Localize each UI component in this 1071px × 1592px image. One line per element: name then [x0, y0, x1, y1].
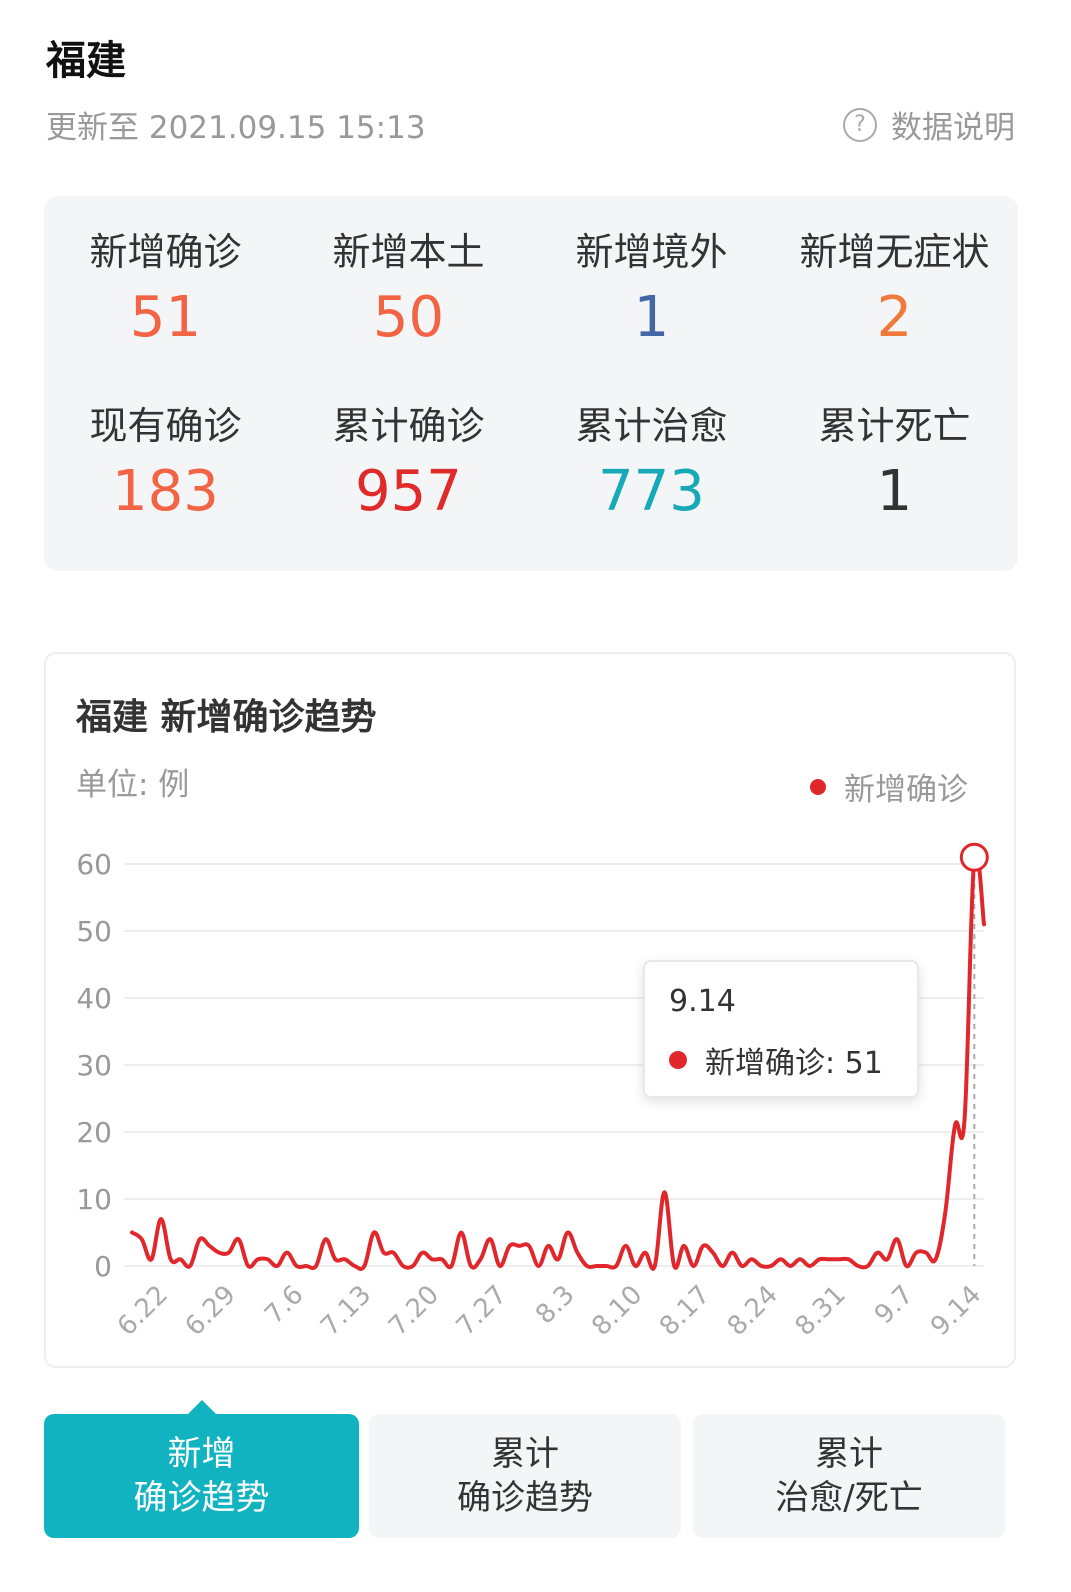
x-tick-label: 7.6	[259, 1280, 309, 1330]
tab-line2: 治愈/死亡	[775, 1478, 923, 1518]
x-tick-label: 8.24	[722, 1280, 784, 1342]
y-tick-label: 30	[76, 1049, 112, 1082]
chart-tooltip: 9.14 新增确诊: 51	[643, 960, 919, 1098]
stat-value: 957	[355, 459, 462, 524]
tab-line2: 确诊趋势	[133, 1478, 270, 1518]
y-tick-label: 10	[76, 1183, 112, 1216]
stat-total-confirmed: 累计确诊 957	[287, 404, 530, 524]
stat-total-cured: 累计治愈 773	[530, 404, 773, 524]
x-tick-label: 7.20	[383, 1280, 445, 1342]
stat-label: 新增境外	[575, 230, 728, 274]
y-tick-label: 20	[76, 1116, 112, 1149]
x-tick-label: 6.22	[112, 1280, 174, 1342]
stat-total-deaths: 累计死亡 1	[773, 404, 1016, 524]
highlight-point	[959, 842, 989, 872]
tab-line1: 新增	[167, 1434, 236, 1474]
tooltip-row: 新增确诊: 51	[669, 1038, 883, 1082]
stat-value: 1	[633, 285, 670, 350]
data-note-link[interactable]: ? 数据说明	[843, 102, 1015, 147]
stat-value: 183	[112, 459, 219, 524]
stat-new-imported: 新增境外 1	[530, 230, 773, 350]
x-tick-label: 7.27	[451, 1280, 513, 1342]
x-tick-label: 8.31	[790, 1280, 852, 1342]
x-tick-label: 8.10	[586, 1280, 648, 1342]
tab-new-confirmed-trend[interactable]: 新增 确诊趋势	[44, 1400, 359, 1538]
stat-label: 新增无症状	[799, 230, 990, 274]
tab-total-cured-deaths[interactable]: 累计 治愈/死亡	[693, 1414, 1005, 1538]
stats-panel: 新增确诊 51 新增本土 50 新增境外 1 新增无症状 2 现有确诊 183 …	[44, 196, 1018, 571]
tooltip-date: 9.14	[669, 984, 736, 1019]
x-tick-label: 8.17	[654, 1280, 716, 1342]
tab-line1: 累计	[491, 1434, 559, 1474]
stat-value: 51	[129, 285, 202, 350]
stat-current-confirmed: 现有确诊 183	[44, 404, 287, 524]
stat-label: 累计死亡	[818, 404, 971, 448]
y-tick-label: 50	[76, 915, 112, 948]
y-tick-label: 0	[94, 1250, 112, 1283]
stat-label: 现有确诊	[89, 404, 242, 448]
stat-label: 累计治愈	[575, 404, 728, 448]
stat-label: 新增本土	[332, 230, 485, 274]
province-title: 福建	[46, 38, 126, 84]
tooltip-dot-icon	[669, 1051, 687, 1069]
stat-value: 50	[372, 285, 445, 350]
stat-value: 773	[598, 459, 705, 524]
tab-line1: 累计	[815, 1434, 883, 1474]
update-time: 更新至 2021.09.15 15:13	[46, 110, 426, 146]
stat-new-asymptomatic: 新增无症状 2	[773, 230, 1016, 350]
stat-new-local: 新增本土 50	[287, 230, 530, 350]
tab-line2: 确诊趋势	[457, 1478, 593, 1518]
x-tick-label: 9.7	[869, 1280, 919, 1330]
x-tick-label: 9.14	[925, 1280, 987, 1342]
y-tick-label: 40	[76, 982, 112, 1015]
stat-value: 1	[876, 459, 913, 524]
x-tick-label: 6.29	[180, 1280, 242, 1342]
stat-label: 累计确诊	[332, 404, 485, 448]
y-tick-label: 60	[76, 848, 112, 881]
chart-card: 福建 新增确诊趋势 单位: 例 新增确诊 0 10 20 30 40 50 60 6.22 6.…	[44, 652, 1016, 1368]
stat-value: 2	[876, 285, 913, 350]
stat-label: 新增确诊	[89, 230, 242, 274]
x-tick-label: 8.3	[530, 1280, 580, 1330]
tooltip-value: 新增确诊: 51	[705, 1046, 883, 1081]
x-tick-label: 7.13	[315, 1280, 377, 1342]
stat-new-confirmed: 新增确诊 51	[44, 230, 287, 350]
data-note-label: 数据说明	[891, 110, 1015, 146]
tab-total-confirmed-trend[interactable]: 累计 确诊趋势	[369, 1414, 681, 1538]
help-icon: ?	[843, 107, 877, 142]
